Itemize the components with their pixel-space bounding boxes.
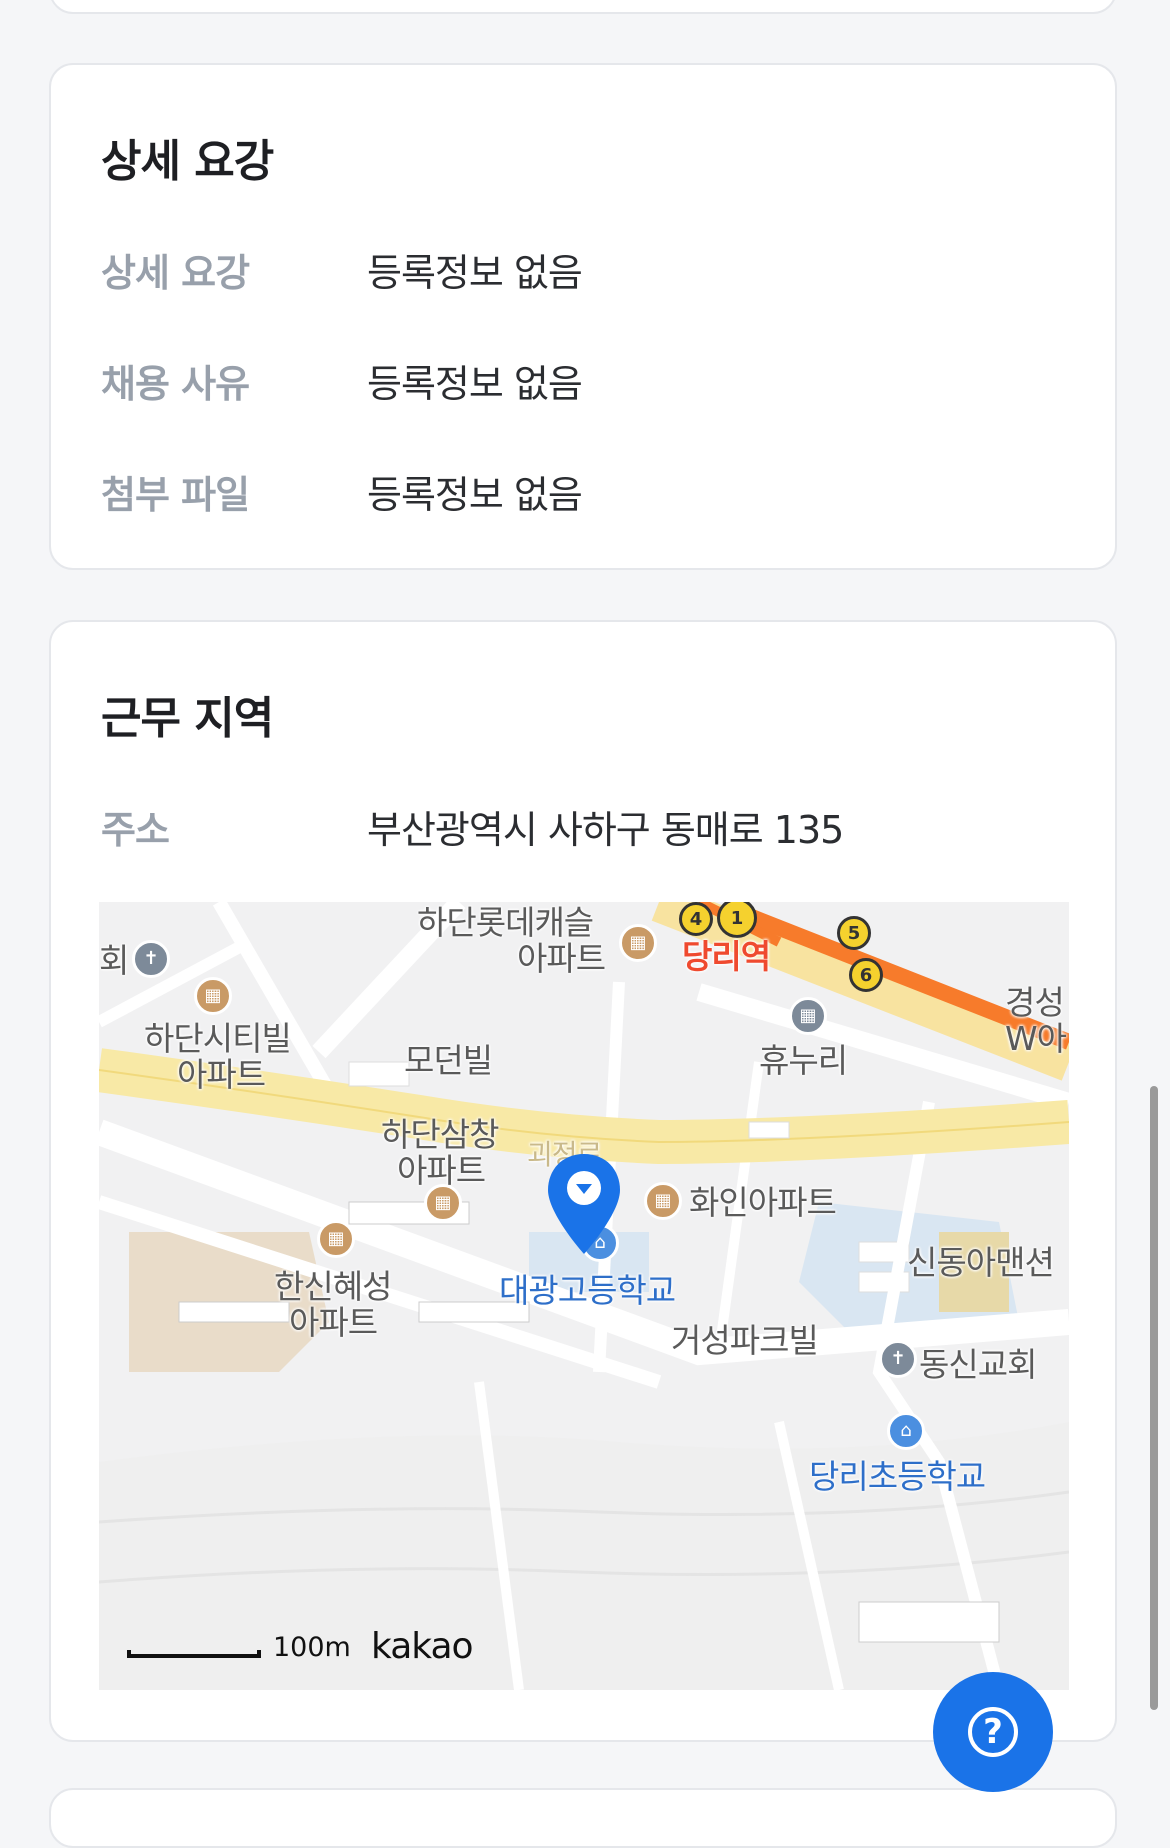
- hiring-reason-label: 채용 사유: [101, 362, 250, 406]
- school-icon: ⌂: [887, 1412, 925, 1450]
- apartment-icon: ▦: [194, 977, 232, 1015]
- map-label: 동신교회: [919, 1345, 1037, 1384]
- map-label: 아파트: [397, 1151, 486, 1190]
- hiring-reason-value: 등록정보 없음: [367, 362, 583, 406]
- detail-section: 상세 요강 상세 요강 등록정보 없음 채용 사유 등록정보 없음 첨부 파일 …: [49, 63, 1117, 570]
- previous-card: [49, 0, 1117, 14]
- detail-value: 등록정보 없음: [367, 251, 583, 295]
- apartment-icon: ▦: [317, 1220, 355, 1258]
- building-icon: ▦: [789, 997, 827, 1035]
- map-label: 모던빌: [404, 1041, 493, 1080]
- section-title: 근무 지역: [101, 693, 274, 744]
- map-label: 화인아파트: [689, 1183, 837, 1222]
- map-label: 하단삼창: [381, 1115, 499, 1154]
- attachment-label: 첨부 파일: [101, 473, 250, 517]
- map-label: 회: [99, 941, 129, 980]
- map-scale-label: 100m: [273, 1632, 351, 1663]
- next-card: [49, 1788, 1117, 1848]
- map-label: 아파트: [289, 1303, 378, 1342]
- apartment-icon: ▦: [644, 1182, 682, 1220]
- question-icon: ?: [968, 1707, 1018, 1757]
- address-label: 주소: [101, 808, 170, 852]
- detail-label: 상세 요강: [101, 251, 250, 295]
- map-label: 신동아맨션: [907, 1243, 1055, 1282]
- church-icon: ✝: [879, 1340, 917, 1378]
- scrollbar[interactable]: [1150, 1086, 1158, 1710]
- attachment-value: 등록정보 없음: [367, 473, 583, 517]
- map-label-station: 당리역: [682, 937, 771, 976]
- kakao-map[interactable]: ✝ ▦ ▦ ▦ ▦ ▦ ▦ ⌂ ✝ ⌂ 4 1 5 6 회 하단롯데캐슬 아파트…: [99, 902, 1069, 1690]
- map-label: 거성파크빌: [671, 1321, 819, 1360]
- section-title: 상세 요강: [101, 136, 274, 187]
- metro-line-5-icon: 5: [837, 916, 871, 950]
- map-label: 하단롯데캐슬: [417, 903, 594, 942]
- location-pin-icon: [548, 1154, 620, 1254]
- map-label: W아: [1005, 1019, 1067, 1058]
- metro-line-4-icon: 4: [679, 902, 713, 936]
- help-button[interactable]: ?: [933, 1672, 1053, 1792]
- metro-line-6-icon: 6: [849, 958, 883, 992]
- location-section: 근무 지역 주소 부산광역시 사하구 동매로 135 ✝ ▦ ▦ ▦ ▦ ▦ ▦…: [49, 620, 1117, 1742]
- map-label: 아파트: [177, 1055, 266, 1094]
- map-label: 휴누리: [759, 1041, 848, 1080]
- church-icon: ✝: [132, 940, 170, 978]
- map-label: 아파트: [517, 939, 606, 978]
- map-label: 한신혜성: [274, 1267, 392, 1306]
- address-value: 부산광역시 사하구 동매로 135: [367, 808, 844, 852]
- map-label: 경성: [1005, 983, 1065, 1022]
- map-scale-bar: [127, 1650, 261, 1658]
- map-label: 하단시티빌: [144, 1019, 292, 1058]
- apartment-icon: ▦: [619, 924, 657, 962]
- map-label-school: 당리초등학교: [809, 1457, 986, 1496]
- map-label-school: 대광고등학교: [499, 1271, 676, 1310]
- kakao-logo: kakao: [371, 1626, 474, 1667]
